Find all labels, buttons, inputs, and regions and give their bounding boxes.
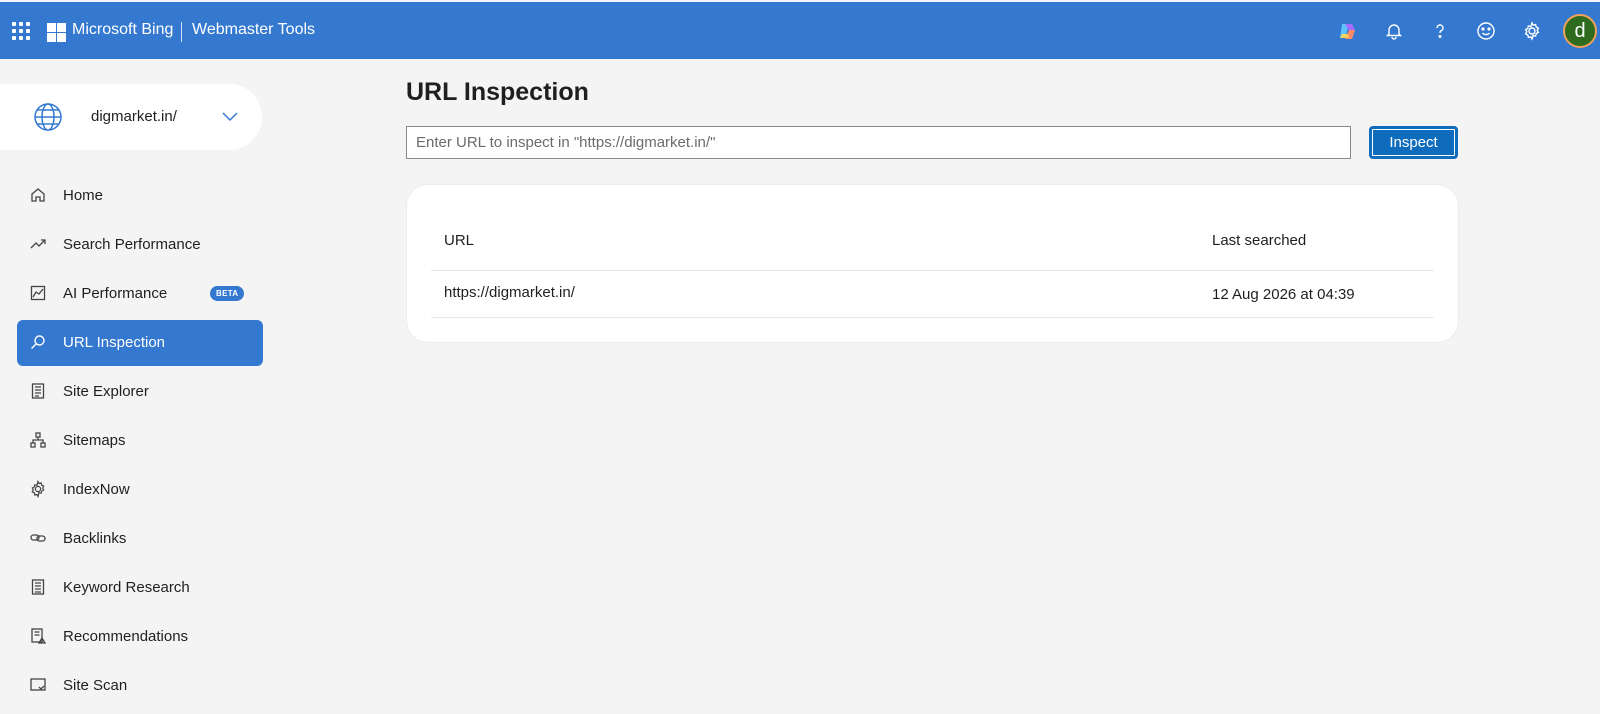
- sidebar-item-home[interactable]: Home: [17, 173, 263, 219]
- sidebar-item-url-inspection[interactable]: URL Inspection: [17, 320, 263, 366]
- page-title: URL Inspection: [406, 78, 589, 106]
- copilot-icon[interactable]: [1334, 18, 1360, 44]
- sidebar-item-site-scan[interactable]: Site Scan: [17, 663, 263, 709]
- gear-icon: [31, 480, 45, 498]
- sidebar-item-site-explorer[interactable]: Site Explorer: [17, 369, 263, 415]
- history-card: URL Last searched https://digmarket.in/ …: [406, 184, 1459, 343]
- sidebar-item-sitemaps[interactable]: Sitemaps: [17, 418, 263, 464]
- search-icon: [31, 335, 45, 349]
- sidebar-item-keyword-research[interactable]: Keyword Research: [17, 565, 263, 611]
- bell-icon[interactable]: [1381, 18, 1407, 44]
- sidebar-item-label: AI Performance: [63, 285, 168, 302]
- waffle-icon[interactable]: [12, 22, 30, 40]
- sidebar-item-search-performance[interactable]: Search Performance: [17, 222, 263, 268]
- help-icon[interactable]: [1427, 18, 1453, 44]
- scan-icon: [30, 678, 46, 691]
- link-icon: [30, 534, 46, 542]
- inspect-button[interactable]: Inspect: [1369, 126, 1458, 159]
- sidebar-item-label: IndexNow: [63, 481, 130, 498]
- settings-icon[interactable]: [1519, 18, 1545, 44]
- chevron-down-icon[interactable]: [222, 109, 238, 127]
- beta-badge: BETA: [210, 286, 245, 301]
- product-name[interactable]: Webmaster Tools: [192, 21, 315, 39]
- sidebar-item-recommendations[interactable]: Recommendations: [17, 614, 263, 660]
- row-last-searched: 12 Aug 2026 at 04:39: [1212, 286, 1355, 303]
- top-bar: Microsoft Bing Webmaster Tools d: [0, 2, 1600, 59]
- sidebar-item-label: Site Explorer: [63, 383, 149, 400]
- sitemap-icon: [30, 432, 46, 448]
- row-url[interactable]: https://digmarket.in/: [444, 284, 575, 301]
- url-input[interactable]: [406, 126, 1351, 159]
- brand-name[interactable]: Microsoft Bing: [72, 21, 173, 39]
- column-header-last-searched[interactable]: Last searched: [1212, 232, 1306, 249]
- document-icon: [31, 383, 45, 399]
- trend-icon: [30, 239, 46, 249]
- sidebar-item-label: Search Performance: [63, 236, 201, 253]
- site-name: digmarket.in/: [91, 108, 177, 125]
- brand-divider: [181, 22, 182, 42]
- sidebar-item-label: Home: [63, 187, 104, 204]
- site-selector[interactable]: digmarket.in/: [0, 84, 262, 150]
- chart-icon: [30, 285, 46, 301]
- avatar[interactable]: d: [1563, 14, 1597, 48]
- sidebar-item-label: Sitemaps: [63, 432, 126, 449]
- sidebar-item-label: Recommendations: [63, 628, 189, 645]
- sidebar-item-indexnow[interactable]: IndexNow: [17, 467, 263, 513]
- globe-icon: [33, 102, 63, 137]
- sidebar-item-label: Site Scan: [63, 677, 128, 694]
- column-header-url[interactable]: URL: [444, 232, 474, 249]
- document-list-icon: [31, 579, 45, 595]
- row-divider: [431, 317, 1434, 318]
- home-icon: [31, 188, 45, 202]
- sidebar-item-label: Backlinks: [63, 530, 127, 547]
- sidebar-item-label: URL Inspection: [63, 334, 165, 351]
- microsoft-logo: [47, 23, 66, 42]
- feedback-icon[interactable]: [1473, 18, 1499, 44]
- sidebar-item-ai-performance[interactable]: AI Performance BETA: [17, 271, 263, 317]
- header-divider: [431, 270, 1434, 271]
- sidebar-item-label: Keyword Research: [63, 579, 190, 596]
- checklist-icon: [31, 628, 47, 644]
- sidebar-item-backlinks[interactable]: Backlinks: [17, 516, 263, 562]
